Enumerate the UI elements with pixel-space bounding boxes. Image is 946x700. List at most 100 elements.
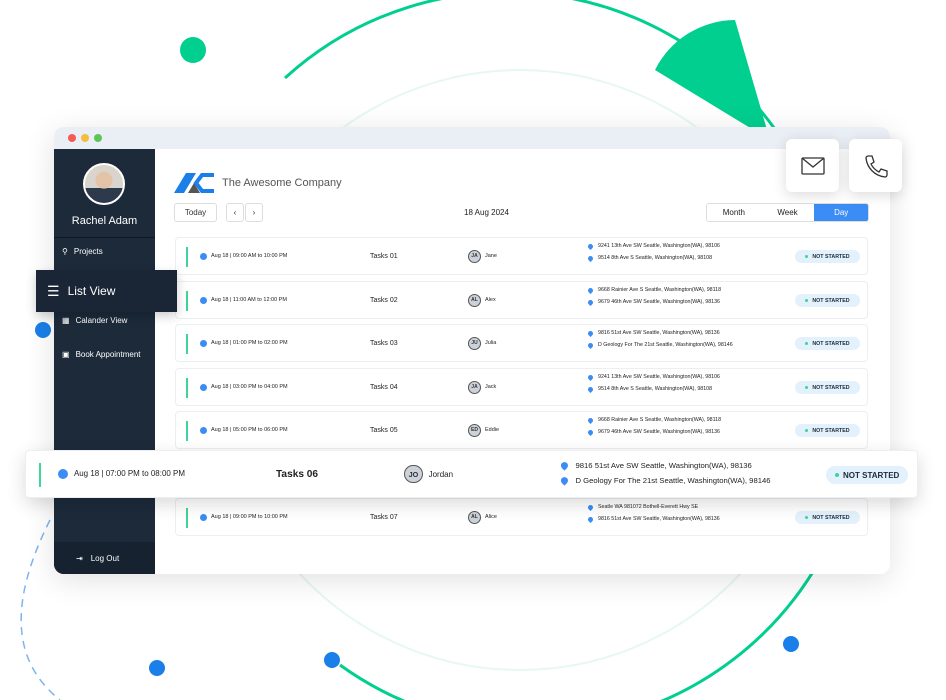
- today-button[interactable]: Today: [174, 203, 217, 222]
- address: 9514 8th Ave S Seattle, Washington(WA), …: [586, 254, 713, 262]
- table-row[interactable]: Aug 18 | 03:00 PM to 04:00 PM Tasks 04 JA J…: [175, 368, 868, 406]
- assignee: JU Julia: [468, 336, 496, 350]
- address-text: Seatle WA 981072 Bothell-Everett Hwy SE: [598, 504, 699, 510]
- address: 9679 46th Ave SW Seattle, Washington(WA)…: [586, 298, 720, 306]
- address-text: 9816 51st Ave SW Seattle, Washington(WA)…: [575, 461, 752, 470]
- close-dot[interactable]: [68, 134, 76, 142]
- location-pin-icon: [586, 242, 595, 250]
- task-time: Aug 18 | 07:00 PM to 08:00 PM: [58, 468, 185, 480]
- assignee: JA Jane: [468, 249, 497, 263]
- table-row[interactable]: Aug 18 | 09:00 AM to 10:00 PM Tasks 01 JA J…: [175, 237, 868, 275]
- minimize-dot[interactable]: [81, 134, 89, 142]
- clock-icon: [200, 426, 207, 434]
- status-bar: [186, 334, 188, 354]
- status-badge: NOT STARTED: [795, 337, 860, 350]
- clock-icon: [200, 513, 207, 521]
- status-text: NOT STARTED: [812, 427, 850, 434]
- prev-button[interactable]: ‹: [226, 203, 244, 222]
- tab-day[interactable]: Day: [814, 204, 868, 221]
- address: 9241 13th Ave SW Seattle, Washington(WA)…: [586, 242, 720, 250]
- list-icon: ☰: [47, 282, 60, 299]
- sidebar-item-calendar[interactable]: ▦ Calander View: [62, 316, 127, 325]
- table-row[interactable]: Aug 18 | 01:00 PM to 02:00 PM Tasks 03 JU J…: [175, 324, 868, 362]
- user-name: Rachel Adam: [71, 215, 138, 227]
- email-button[interactable]: [786, 139, 839, 192]
- phone-button[interactable]: [849, 139, 902, 192]
- address: Seatle WA 981072 Bothell-Everett Hwy SE: [586, 503, 699, 511]
- assignee-name: Jordan: [428, 469, 454, 479]
- table-row[interactable]: Aug 18 | 09:00 PM to 10:00 PM Tasks 07 AL A…: [175, 498, 868, 536]
- sidebar: Rachel Adam ⚲ Projects ▦ Calander View ▣ Bo…: [54, 149, 155, 574]
- task-name[interactable]: Tasks 06: [276, 469, 318, 480]
- tab-month[interactable]: Month: [707, 204, 761, 221]
- sidebar-item-label: Book Appointment: [75, 350, 141, 359]
- sidebar-item-list-view[interactable]: ☰ List View: [36, 270, 177, 312]
- app-window: Rachel Adam ⚲ Projects ▦ Calander View ▣ Bo…: [54, 127, 890, 574]
- sidebar-item-book-appointment[interactable]: ▣ Book Appointment: [62, 350, 141, 359]
- task-time: Aug 18 | 03:00 PM to 04:00 PM: [200, 383, 288, 391]
- assignee-avatar: JA: [468, 249, 481, 263]
- assignee-name: Jane: [485, 253, 497, 259]
- table-row[interactable]: Aug 18 | 11:00 AM to 12:00 PM Tasks 02 AL A…: [175, 281, 868, 319]
- assignee-avatar: JA: [468, 380, 481, 394]
- status-bar: [186, 421, 188, 441]
- table-row[interactable]: Aug 18 | 05:00 PM to 06:00 PM Tasks 05 ED E…: [175, 411, 868, 449]
- status-badge: NOT STARTED: [826, 466, 908, 484]
- status-text: NOT STARTED: [812, 253, 850, 260]
- status-badge: NOT STARTED: [795, 424, 860, 437]
- status-text: NOT STARTED: [812, 297, 850, 304]
- table-row[interactable]: Aug 18 | 07:00 PM to 08:00 PM Tasks 06 JO J…: [25, 450, 918, 498]
- assignee-name: Alex: [485, 297, 496, 303]
- location-pin-icon: [586, 428, 595, 436]
- time-text: Aug 18 | 03:00 PM to 04:00 PM: [211, 384, 288, 390]
- assignee: JO Jordan: [404, 464, 454, 484]
- view-switcher: Month Week Day: [706, 203, 869, 222]
- task-time: Aug 18 | 01:00 PM to 02:00 PM: [200, 339, 288, 347]
- address-text: 9241 13th Ave SW Seattle, Washington(WA)…: [598, 374, 720, 380]
- address-text: 9514 8th Ave S Seattle, Washington(WA), …: [598, 386, 713, 392]
- mail-icon: [800, 156, 825, 175]
- clock-icon: [200, 383, 207, 391]
- status-text: NOT STARTED: [812, 384, 850, 391]
- status-bar: [186, 508, 188, 528]
- assignee-avatar: JO: [404, 464, 423, 484]
- divider: [54, 237, 155, 238]
- location-pin-icon: [586, 385, 595, 393]
- status-badge: NOT STARTED: [795, 511, 860, 524]
- task-name[interactable]: Tasks 05: [370, 427, 398, 434]
- sidebar-item-projects[interactable]: ⚲ Projects: [62, 247, 103, 256]
- current-date: 18 Aug 2024: [464, 208, 509, 217]
- address: 9816 51st Ave SW Seattle, Washington(WA)…: [559, 460, 752, 471]
- location-pin-icon: [559, 460, 570, 471]
- phone-icon: [864, 154, 888, 178]
- clock-icon: [58, 468, 69, 480]
- assignee-name: Alice: [485, 514, 497, 520]
- chevron-left-icon: ‹: [233, 208, 237, 217]
- task-name[interactable]: Tasks 02: [370, 297, 398, 304]
- company-name: The Awesome Company: [222, 177, 342, 189]
- status-dot-icon: [805, 299, 809, 302]
- address-text: 9679 46th Ave SW Seattle, Washington(WA)…: [598, 429, 720, 435]
- next-button[interactable]: ›: [245, 203, 263, 222]
- sidebar-item-label: Projects: [73, 247, 103, 256]
- tab-week[interactable]: Week: [761, 204, 815, 221]
- status-dot-icon: [834, 472, 840, 478]
- assignee: ED Eddie: [468, 423, 499, 437]
- task-name[interactable]: Tasks 04: [370, 384, 398, 391]
- status-text: NOT STARTED: [843, 470, 900, 480]
- status-text: NOT STARTED: [812, 340, 850, 347]
- task-name[interactable]: Tasks 07: [370, 514, 398, 521]
- logout-button[interactable]: ⇥ Log Out: [54, 542, 155, 574]
- location-pin-icon: [586, 286, 595, 294]
- address: 9816 51st Ave SW Seattle, Washington(WA)…: [586, 515, 720, 523]
- status-badge: NOT STARTED: [795, 250, 860, 263]
- avatar: [83, 163, 125, 205]
- maximize-dot[interactable]: [94, 134, 102, 142]
- location-pin-icon: [586, 416, 595, 424]
- address-text: 9679 46th Ave SW Seattle, Washington(WA)…: [598, 299, 720, 305]
- address-text: 9514 8th Ave S Seattle, Washington(WA), …: [598, 255, 713, 261]
- task-name[interactable]: Tasks 03: [370, 340, 398, 347]
- location-pin-icon: [586, 298, 595, 306]
- task-name[interactable]: Tasks 01: [370, 253, 398, 260]
- status-bar: [186, 247, 188, 267]
